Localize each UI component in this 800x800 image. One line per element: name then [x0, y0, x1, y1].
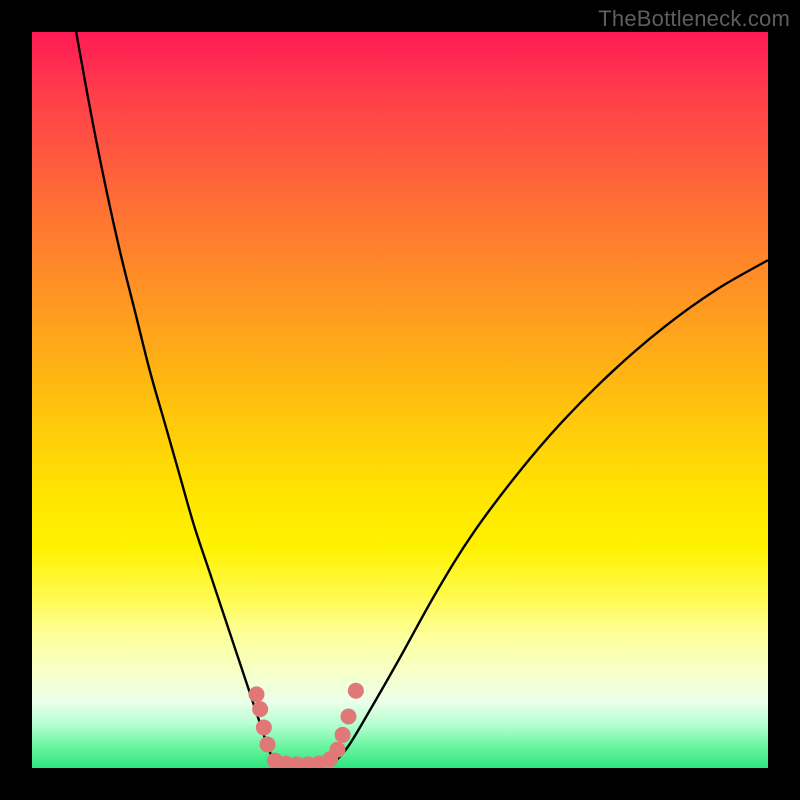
marker-dot — [256, 720, 272, 736]
curve-left-branch — [76, 32, 275, 764]
valley-markers — [248, 683, 363, 768]
watermark-text: TheBottleneck.com — [598, 6, 790, 32]
marker-dot — [248, 686, 264, 702]
outer-frame: TheBottleneck.com — [0, 0, 800, 800]
marker-dot — [260, 736, 276, 752]
marker-dot — [252, 701, 268, 717]
marker-dot — [329, 742, 345, 758]
curve-right-branch — [334, 260, 768, 763]
marker-dot — [340, 708, 356, 724]
chart-svg — [32, 32, 768, 768]
marker-dot — [335, 727, 351, 743]
plot-area — [32, 32, 768, 768]
marker-dot — [348, 683, 364, 699]
